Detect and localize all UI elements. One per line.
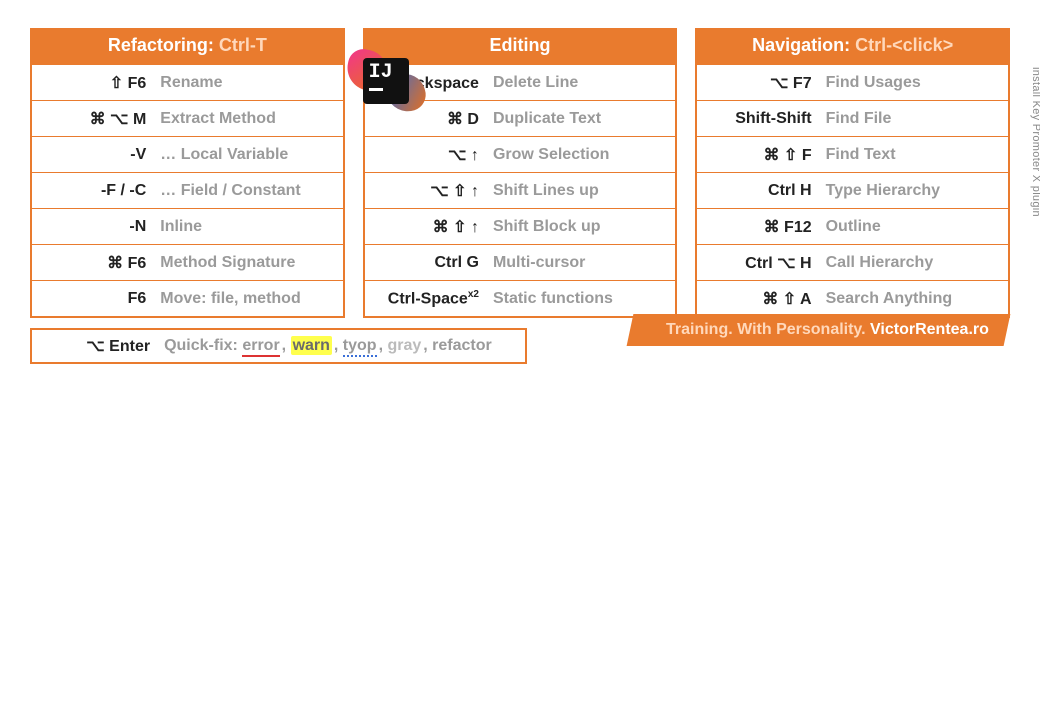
quickfix-refactor: refactor (432, 337, 492, 354)
shortcut: ⌥ Enter (32, 330, 160, 362)
header-shortcut: Ctrl-T (219, 35, 267, 55)
shortcut: ⌘ F6 (32, 247, 156, 279)
intellij-label: IJ (369, 61, 393, 84)
shortcut: Ctrl G (365, 248, 489, 278)
shortcut: ⌘ ⇧ F (697, 139, 821, 171)
table-row: ⌘ F12Outline (697, 208, 1008, 244)
quickfix-desc: Quick-fix: error, warn, tyop, gray, refa… (160, 331, 525, 361)
table-row: -V… Local Variable (32, 136, 343, 172)
card-refactoring: Refactoring: Ctrl-T ⇧ F6Rename ⌘ ⌥ MExtr… (30, 28, 345, 318)
action-name: Search Anything (822, 284, 1008, 314)
action-name: Multi-cursor (489, 248, 675, 278)
table-row: ⌘ F6Method Signature (32, 244, 343, 280)
shortcut: -N (32, 212, 156, 242)
table-row: -F / -C… Field / Constant (32, 172, 343, 208)
quickfix-gray: gray (387, 337, 421, 354)
action-name: Find Usages (822, 68, 1008, 98)
table-row: -NInline (32, 208, 343, 244)
intellij-box: IJ (363, 58, 409, 104)
table-row: ⌥ ↑Grow Selection (365, 136, 676, 172)
action-name: Duplicate Text (489, 104, 675, 134)
shortcut: ⇧ F6 (32, 67, 156, 99)
shortcut: ⌘ ⇧ ↑ (365, 211, 489, 243)
table-row: ⌘ ⇧ ↑Shift Block up (365, 208, 676, 244)
col-refactoring: Refactoring: Ctrl-T ⇧ F6Rename ⌘ ⌥ MExtr… (30, 28, 345, 318)
quickfix-warn: warn (291, 336, 332, 355)
shortcut: Shift-Shift (697, 104, 821, 134)
action-name: Static functions (489, 284, 675, 314)
header-title: Refactoring: (108, 35, 219, 55)
shortcut: Ctrl H (697, 176, 821, 206)
header-shortcut: Ctrl-<click> (855, 35, 953, 55)
action-name: Shift Block up (489, 212, 675, 242)
action-name: Grow Selection (489, 140, 675, 170)
table-row: Ctrl-Spacex2Static functions (365, 280, 676, 316)
shortcut: F6 (32, 284, 156, 314)
table-row: F6Move: file, method (32, 280, 343, 316)
action-name: Delete Line (489, 68, 675, 98)
columns-container: Refactoring: Ctrl-T ⇧ F6Rename ⌘ ⌥ MExtr… (30, 28, 1010, 318)
table-row: ⌘ ⇧ ASearch Anything (697, 280, 1008, 316)
footer-site: VictorRentea.ro (870, 321, 989, 338)
quickfix-tyop: tyop (343, 337, 377, 357)
table-row: ⌘ ⌥ MExtract Method (32, 100, 343, 136)
shortcut: Ctrl ⌥ H (697, 247, 821, 279)
col-navigation: Navigation: Ctrl-<click> ⌥ F7Find Usages… (695, 28, 1010, 318)
action-name: Inline (156, 212, 342, 242)
shortcut: ⌘ ⌥ M (32, 103, 156, 135)
header-title: Editing (490, 35, 551, 55)
action-name: Rename (156, 68, 342, 98)
card-navigation: Navigation: Ctrl-<click> ⌥ F7Find Usages… (695, 28, 1010, 318)
intellij-underline (369, 88, 383, 91)
footer-tagline: Training. With Personality. (666, 321, 870, 338)
shortcut: -V (32, 140, 156, 170)
action-name: Call Hierarchy (822, 248, 1008, 278)
footer-banner: Training. With Personality. VictorRentea… (627, 314, 1011, 346)
table-row: ⇧ F6Rename (32, 64, 343, 100)
shortcut: ⌘ ⇧ A (697, 283, 821, 315)
table-row: ⌥ ⇧ ↑Shift Lines up (365, 172, 676, 208)
header-refactoring: Refactoring: Ctrl-T (32, 28, 343, 64)
action-name: Move: file, method (156, 284, 342, 314)
action-name: Find File (822, 104, 1008, 134)
action-name: … Field / Constant (156, 176, 342, 206)
table-row: Shift-ShiftFind File (697, 100, 1008, 136)
shortcut: ⌥ ↑ (365, 139, 489, 171)
table-row: Ctrl GMulti-cursor (365, 244, 676, 280)
action-name: Shift Lines up (489, 176, 675, 206)
action-name: Type Hierarchy (822, 176, 1008, 206)
shortcut: ⌥ F7 (697, 67, 821, 99)
shortcut: Ctrl-Spacex2 (365, 283, 489, 314)
table-row: ⌥ F7Find Usages (697, 64, 1008, 100)
shortcut: -F / -C (32, 176, 156, 206)
shortcut: ⌥ ⇧ ↑ (365, 175, 489, 207)
quickfix-row: ⌥ Enter Quick-fix: error, warn, tyop, gr… (30, 328, 527, 364)
quickfix-error: error (242, 337, 279, 357)
header-navigation: Navigation: Ctrl-<click> (697, 28, 1008, 64)
side-note: install Key Promoter X plugin (1029, 65, 1040, 219)
header-title: Navigation: (752, 35, 855, 55)
quickfix-lead: Quick-fix: (164, 337, 242, 354)
table-row: ⌘ ⇧ FFind Text (697, 136, 1008, 172)
shortcut: ⌘ F12 (697, 211, 821, 243)
action-name: Extract Method (156, 104, 342, 134)
action-name: … Local Variable (156, 140, 342, 170)
action-name: Find Text (822, 140, 1008, 170)
table-row: Ctrl HType Hierarchy (697, 172, 1008, 208)
table-row: Ctrl ⌥ HCall Hierarchy (697, 244, 1008, 280)
intellij-icon: IJ (351, 44, 423, 116)
action-name: Method Signature (156, 248, 342, 278)
action-name: Outline (822, 212, 1008, 242)
